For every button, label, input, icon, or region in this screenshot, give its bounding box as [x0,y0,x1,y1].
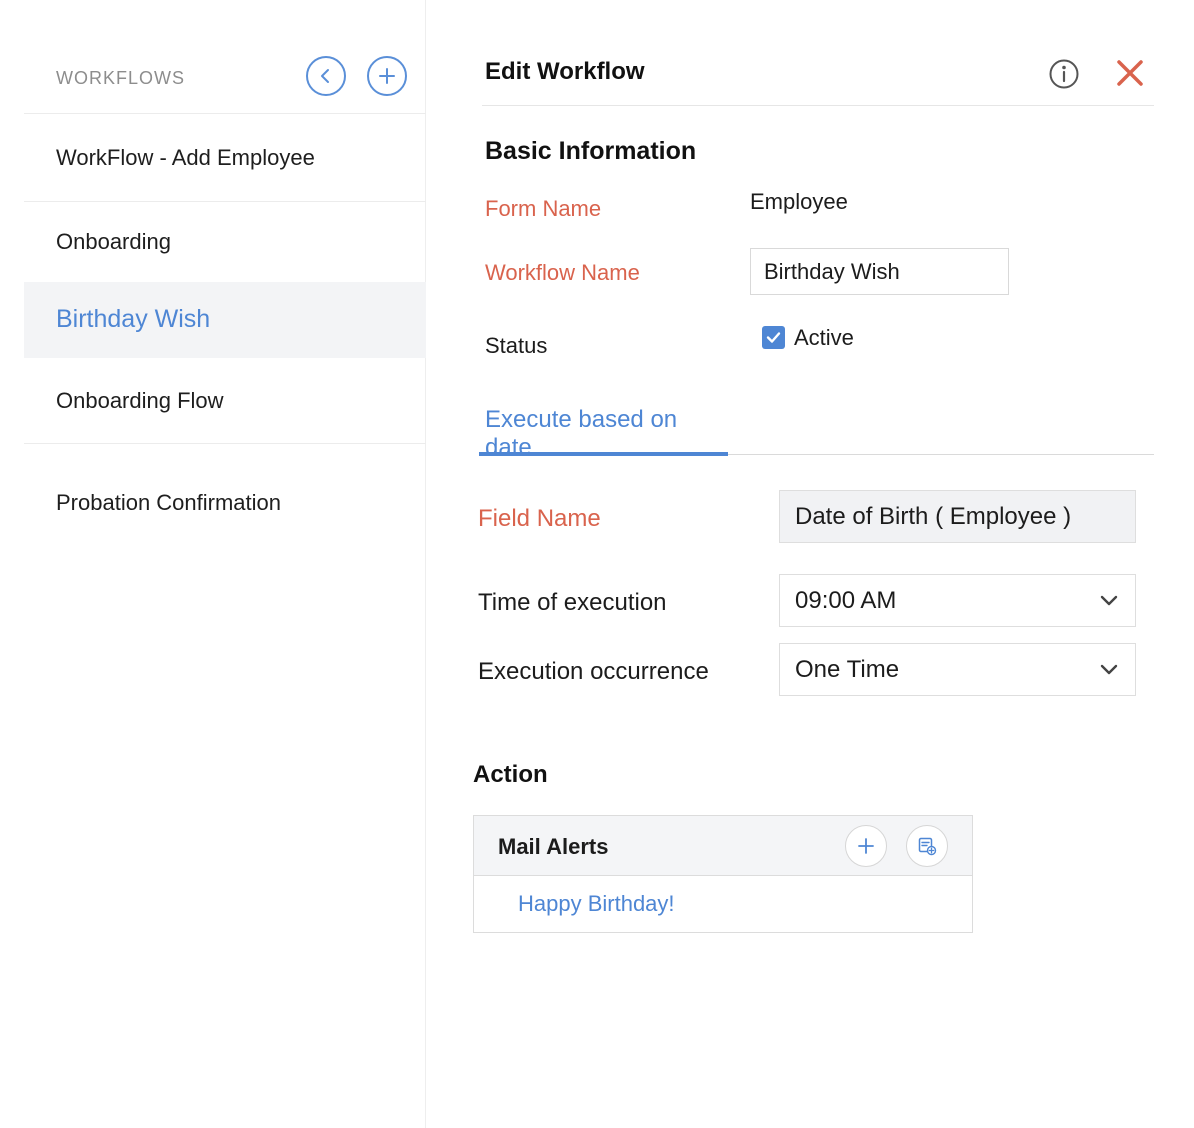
sidebar-item-label: Onboarding [56,229,171,254]
sidebar-item-probation-confirmation[interactable]: Probation Confirmation [24,444,426,554]
sidebar-item-label: Probation Confirmation [56,490,282,515]
header-divider [482,105,1154,106]
status-active-checkbox[interactable] [762,326,785,349]
info-icon[interactable] [1048,58,1080,90]
form-name-label: Form Name [485,196,602,221]
basic-information-title: Basic Information [485,137,697,165]
sidebar-item-onboarding[interactable]: Onboarding [24,202,426,282]
form-name-value: Employee [750,189,848,214]
mail-alerts-card: Mail Alerts Happy Birthday! [473,815,973,933]
tab-active-underline [479,452,728,456]
sidebar-item-workflow-add-employee[interactable]: WorkFlow - Add Employee [24,115,426,201]
workflow-sidebar: WORKFLOWS WorkFlow - Add Employee Onboar… [24,0,426,1128]
field-name-value: Date of Birth ( Employee ) [779,490,1136,543]
action-title: Action [473,761,548,788]
chevron-down-icon [1100,664,1118,675]
execution-occurrence-label: Execution occurrence [478,658,709,685]
mail-alerts-label: Mail Alerts [498,834,609,859]
field-name-label: Field Name [478,505,601,532]
edit-workflow-panel: Edit Workflow Basic Information Form Nam… [427,0,1194,1128]
select-value: One Time [795,656,900,683]
workflow-name-label: Workflow Name [485,260,640,285]
status-label: Status [485,333,548,358]
time-of-execution-select[interactable]: 09:00 AM [779,574,1136,627]
status-active-label[interactable]: Active [794,325,854,351]
workflow-name-input[interactable]: Birthday Wish [750,248,1009,295]
close-icon[interactable] [1115,58,1145,88]
sidebar-item-onboarding-flow[interactable]: Onboarding Flow [24,358,426,443]
sidebar-item-label: Onboarding Flow [56,388,224,413]
add-mail-alert-button[interactable] [845,825,887,867]
execution-occurrence-select[interactable]: One Time [779,643,1136,696]
plus-icon [379,68,395,84]
sidebar-item-birthday-wish[interactable]: Birthday Wish [24,282,426,358]
sidebar-title: WORKFLOWS [56,68,185,88]
template-add-icon [918,837,937,856]
chevron-down-icon [1100,595,1118,606]
collapse-sidebar-button[interactable] [306,56,346,96]
add-workflow-button[interactable] [367,56,407,96]
select-value: 09:00 AM [795,587,897,614]
sidebar-item-label: Birthday Wish [56,305,211,333]
checkmark-icon [766,332,781,343]
plus-icon [858,838,874,854]
mail-alerts-header: Mail Alerts [474,816,972,876]
chevron-left-icon [321,69,329,83]
sidebar-item-label: WorkFlow - Add Employee [56,145,315,170]
sidebar-header: WORKFLOWS [24,36,426,114]
tab-execute-based-on-date[interactable]: Execute based on date [479,400,728,461]
mail-alert-link-happy-birthday[interactable]: Happy Birthday! [518,891,675,917]
associate-template-button[interactable] [906,825,948,867]
page-title: Edit Workflow [485,58,645,85]
time-of-execution-label: Time of execution [478,589,667,616]
